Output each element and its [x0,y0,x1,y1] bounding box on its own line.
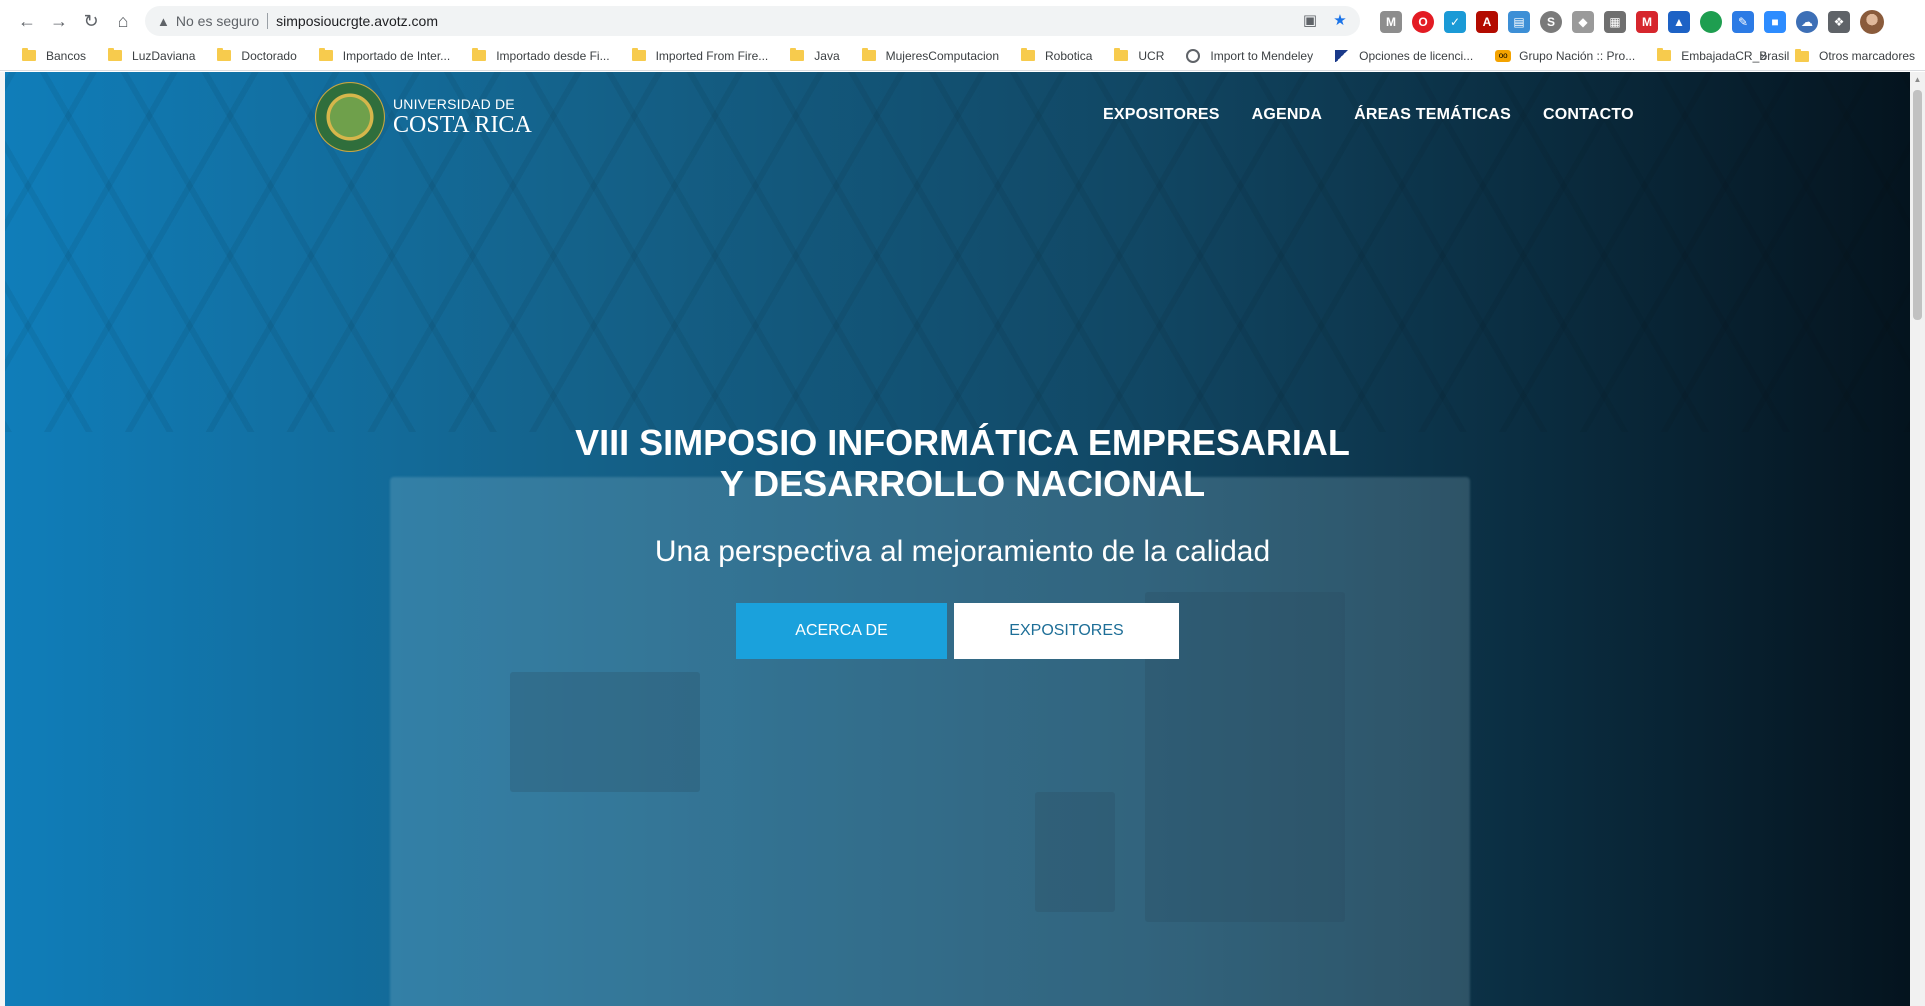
scroll-thumb[interactable] [1913,90,1922,320]
hero-title-line-1: VIII SIMPOSIO INFORMÁTICA EMPRESARIAL [575,422,1350,463]
url-text[interactable]: simposioucrgte.avotz.com [276,13,438,29]
nav-agenda[interactable]: AGENDA [1252,106,1323,124]
home-icon[interactable]: ⌂ [110,8,136,34]
browser-toolbar: ← → ↻ ⌂ ▲ No es seguro simposioucrgte.av… [0,0,1925,41]
bookmark-doctorado[interactable]: Doctorado [217,48,297,63]
skype-extension-icon[interactable]: S [1540,11,1562,33]
bookmark-otros-marcadores[interactable]: Otros marcadores [1795,41,1915,71]
owl-icon: oo [1495,49,1512,62]
logo-bottom-text: COSTA RICA [393,112,532,138]
folder-icon [318,48,333,61]
bookmark-java[interactable]: Java [790,48,840,63]
ucr-logo[interactable]: UNIVERSIDAD DE COSTA RICA [315,82,532,152]
folder-icon [790,48,805,61]
forward-icon[interactable]: → [46,8,72,34]
pen-extension-icon[interactable]: ✎ [1732,11,1754,33]
profile-avatar[interactable] [1860,10,1884,34]
scroll-up-arrow-icon[interactable]: ▲ [1910,72,1925,87]
bookmark-mendeley[interactable]: Import to Mendeley [1186,48,1313,63]
folder-icon [1795,48,1809,62]
main-nav: EXPOSITORES AGENDA ÁREAS TEMÁTICAS CONTA… [1103,106,1634,124]
bookmark-luzdaviana[interactable]: LuzDaviana [108,48,195,63]
logo-top-text: UNIVERSIDAD DE [393,96,515,112]
red-extension-icon[interactable]: M [1636,11,1658,33]
bookmark-embajada[interactable]: EmbajadaCR_Brasil [1657,48,1789,63]
page-scrollbar[interactable]: ▲ [1910,72,1925,1006]
address-bar[interactable]: ▲ No es seguro simposioucrgte.avotz.com … [145,6,1360,36]
ucr-logo-text: UNIVERSIDAD DE COSTA RICA [393,97,532,137]
nav-areas-tematicas[interactable]: ÁREAS TEMÁTICAS [1354,106,1511,124]
not-secure-label[interactable]: No es seguro [176,13,259,29]
bookmark-bancos[interactable]: Bancos [22,48,86,63]
globe-icon [1186,48,1201,63]
cast-icon[interactable]: ▣ [1300,10,1320,30]
zoom-extension-icon[interactable]: ■ [1764,11,1786,33]
cloud-extension-icon[interactable]: ☁ [1796,11,1818,33]
graduation-extension-icon[interactable]: ▲ [1668,11,1690,33]
mail-extension-icon[interactable]: M [1380,11,1402,33]
warning-icon: ▲ [157,13,170,29]
dropbox-extension-icon[interactable]: ◆ [1572,11,1594,33]
folder-icon [1657,48,1672,61]
bookmark-grupo-nacion[interactable]: oo Grupo Nación :: Pro... [1495,49,1635,63]
background-blur-block [510,672,700,792]
hero-title-line-2: Y DESARROLLO NACIONAL [719,463,1206,504]
folder-icon [217,48,232,61]
reload-icon[interactable]: ↻ [78,8,104,34]
hero-subtitle: Una perspectiva al mejoramiento de la ca… [654,535,1271,568]
green-extension-icon[interactable] [1700,11,1722,33]
nav-contacto[interactable]: CONTACTO [1543,106,1634,124]
expositores-button[interactable]: EXPOSITORES [954,603,1179,659]
background-truss [5,72,1910,432]
ucr-seal-icon [315,82,385,152]
bookmark-importado-inter[interactable]: Importado de Inter... [318,48,450,63]
grid-extension-icon[interactable]: ▦ [1604,11,1626,33]
pdf-extension-icon[interactable]: A [1476,11,1498,33]
folder-icon [1114,48,1129,61]
folder-icon [861,48,876,61]
flag-icon [1335,49,1350,62]
opera-extension-icon[interactable]: O [1412,11,1434,33]
bookmark-licencia[interactable]: Opciones de licenci... [1335,49,1473,63]
image-extension-icon[interactable]: ▤ [1508,11,1530,33]
acerca-de-button[interactable]: ACERCA DE [736,603,947,659]
extensions-bar: M O ✓ A ▤ S ◆ ▦ M ▲ ✎ ■ ☁ ❖ [1380,10,1884,34]
omnibox-separator [267,13,269,29]
nav-expositores[interactable]: EXPOSITORES [1103,106,1220,124]
background-blur-block [1035,792,1115,912]
bookmark-imported-fire[interactable]: Imported From Fire... [631,48,768,63]
puzzle-icon[interactable]: ❖ [1828,11,1850,33]
bookmark-mujerescomputacion[interactable]: MujeresComputacion [861,48,999,63]
more-bookmarks-chevron-icon[interactable]: » [1760,47,1768,63]
back-icon[interactable]: ← [14,8,40,34]
folder-icon [1021,48,1036,61]
hero-title: VIII SIMPOSIO INFORMÁTICA EMPRESARIAL Y … [0,422,1925,504]
folder-icon [472,48,487,61]
bookmark-robotica[interactable]: Robotica [1021,48,1092,63]
folder-icon [108,48,123,61]
bookmark-ucr[interactable]: UCR [1114,48,1164,63]
bookmarks-bar: Bancos LuzDaviana Doctorado Importado de… [0,41,1925,71]
star-icon[interactable]: ★ [1330,10,1350,30]
bookmark-importado-fi[interactable]: Importado desde Fi... [472,48,610,63]
check-extension-icon[interactable]: ✓ [1444,11,1466,33]
folder-icon [22,48,36,61]
folder-icon [631,48,646,61]
